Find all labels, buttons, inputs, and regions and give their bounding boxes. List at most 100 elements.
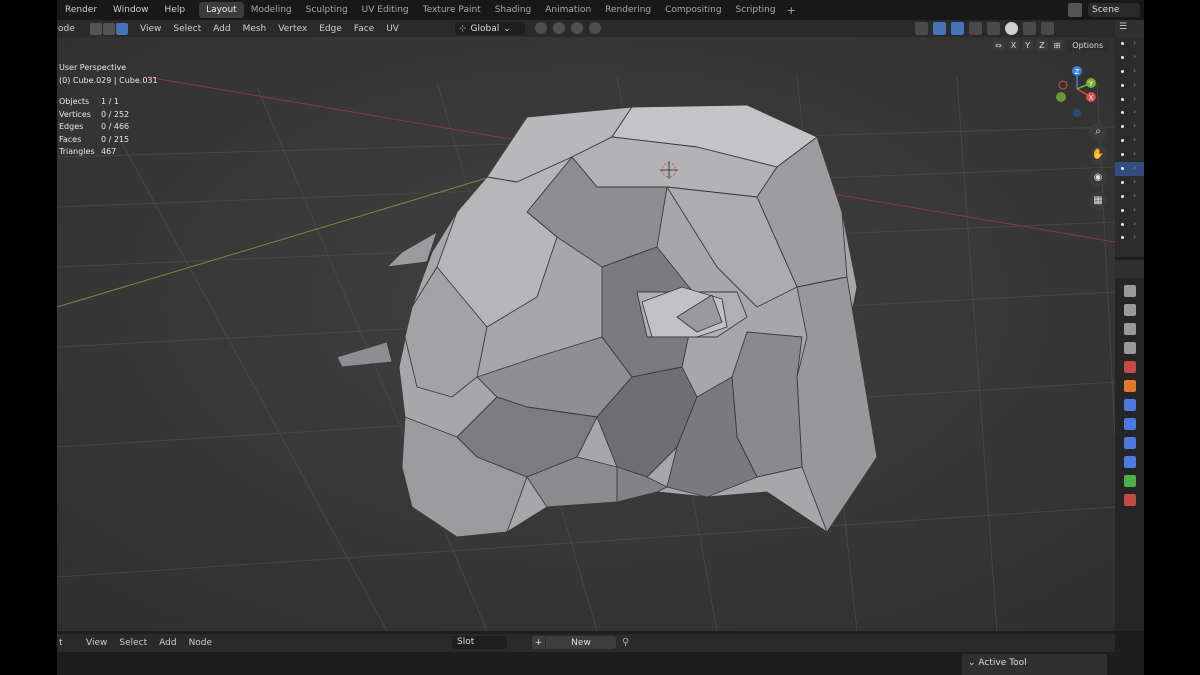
proportional-edit-icon[interactable] xyxy=(589,22,601,34)
pin-icon[interactable]: ⚲ xyxy=(622,637,629,648)
wireframe-shading-icon[interactable] xyxy=(987,22,1000,35)
menu-select[interactable]: Select xyxy=(119,638,147,648)
vertex-select-icon[interactable] xyxy=(90,22,102,35)
slot-dropdown[interactable]: Slot xyxy=(452,636,507,649)
stat-label: Faces xyxy=(59,134,82,144)
navigation-gizmo[interactable]: Z Y X xyxy=(1055,63,1099,121)
menu-view[interactable]: View xyxy=(86,638,107,648)
menu-select[interactable]: Select xyxy=(173,24,201,34)
auto-merge-icon[interactable]: ⊞ xyxy=(1050,40,1064,51)
menu-add[interactable]: Add xyxy=(213,24,230,34)
outliner-row[interactable]: › xyxy=(1115,120,1144,134)
outliner-row[interactable]: › xyxy=(1115,79,1144,93)
pivot-icon[interactable] xyxy=(535,22,547,34)
outliner-row[interactable]: › xyxy=(1115,190,1144,204)
particles-icon[interactable] xyxy=(1123,418,1136,430)
chevron-right-icon: › xyxy=(1133,232,1137,242)
tab-rendering[interactable]: Rendering xyxy=(598,2,658,18)
outliner-row[interactable]: › xyxy=(1115,204,1144,218)
properties-editor-icon[interactable] xyxy=(1115,260,1144,278)
shader-editor-header: t View Select Add Node Slot + New ⚲ xyxy=(57,634,1115,652)
tab-compositing[interactable]: Compositing xyxy=(658,2,728,18)
scene-properties-icon[interactable] xyxy=(1123,361,1136,373)
modifier-wrench-icon[interactable] xyxy=(1123,399,1136,411)
active-tool-panel[interactable]: ⌄ Active Tool xyxy=(962,654,1107,675)
material-shading-icon[interactable] xyxy=(1023,22,1036,35)
mesh-data-icon[interactable] xyxy=(1123,475,1136,487)
menu-node[interactable]: Node xyxy=(189,638,213,648)
stat-label: Triangles xyxy=(59,147,95,156)
tool-settings-icon[interactable] xyxy=(1123,285,1136,297)
tab-animation[interactable]: Animation xyxy=(538,2,598,18)
menu-help[interactable]: Help xyxy=(157,5,194,15)
face-select-icon[interactable] xyxy=(116,22,128,35)
material-icon[interactable] xyxy=(1123,494,1136,506)
snap-icon[interactable] xyxy=(553,22,565,34)
outliner-row-selected[interactable]: › xyxy=(1115,162,1144,176)
scene-name[interactable]: Scene xyxy=(1088,3,1140,17)
stat-value: 0 / 466 xyxy=(101,122,130,131)
perspective-grid-icon[interactable]: ▦ xyxy=(1089,192,1107,210)
editor-type-selector[interactable]: t xyxy=(57,638,72,648)
solid-shading-icon[interactable] xyxy=(1005,22,1018,35)
tab-uv-editing[interactable]: UV Editing xyxy=(355,2,416,18)
output-properties-icon[interactable] xyxy=(1123,323,1136,335)
object-properties-icon[interactable] xyxy=(1123,380,1136,392)
tab-shading[interactable]: Shading xyxy=(488,2,539,18)
overlay-toggle-icon[interactable] xyxy=(951,22,964,35)
shading-tools xyxy=(915,22,1054,35)
outliner-row[interactable]: › xyxy=(1115,65,1144,79)
mirror-x-toggle[interactable]: X xyxy=(1007,40,1020,51)
physics-icon[interactable] xyxy=(1123,437,1136,449)
menu-edge[interactable]: Edge xyxy=(319,24,342,34)
mirror-y-toggle[interactable]: Y xyxy=(1022,40,1034,51)
tab-layout[interactable]: Layout xyxy=(199,2,244,18)
menu-face[interactable]: Face xyxy=(354,24,374,34)
outliner-row[interactable]: › xyxy=(1115,218,1144,232)
xray-icon[interactable] xyxy=(969,22,982,35)
tab-modeling[interactable]: Modeling xyxy=(244,2,299,18)
camera-view-icon[interactable]: ◉ xyxy=(1089,169,1107,187)
chevron-right-icon: › xyxy=(1133,79,1137,89)
menu-add[interactable]: Add xyxy=(159,638,176,648)
outliner-row[interactable]: › xyxy=(1115,148,1144,162)
outliner-row[interactable]: › xyxy=(1115,176,1144,190)
outliner-row[interactable]: › xyxy=(1115,93,1144,107)
tab-texture-paint[interactable]: Texture Paint xyxy=(416,2,488,18)
tab-sculpting[interactable]: Sculpting xyxy=(299,2,355,18)
snap-target-icon[interactable] xyxy=(571,22,583,34)
options-dropdown[interactable]: Options xyxy=(1066,40,1110,51)
outliner-row[interactable]: › xyxy=(1115,231,1144,245)
edge-select-icon[interactable] xyxy=(103,22,115,35)
mirror-icon[interactable]: ⇔ xyxy=(992,40,1005,51)
outliner-row[interactable]: › xyxy=(1115,134,1144,148)
rendered-shading-icon[interactable] xyxy=(1041,22,1054,35)
chevron-right-icon: › xyxy=(1133,190,1137,200)
tab-scripting[interactable]: Scripting xyxy=(729,2,783,18)
menu-mesh[interactable]: Mesh xyxy=(243,24,267,34)
outliner-row[interactable]: › xyxy=(1115,37,1144,51)
menu-render[interactable]: Render xyxy=(57,5,105,15)
menu-view[interactable]: View xyxy=(140,24,161,34)
outliner-row[interactable]: › xyxy=(1115,51,1144,65)
visibility-icon[interactable] xyxy=(915,22,928,35)
mode-selector[interactable]: ode xyxy=(57,24,75,34)
menu-window[interactable]: Window xyxy=(105,5,157,15)
outliner-row[interactable]: › xyxy=(1115,106,1144,120)
add-workspace-button[interactable]: + xyxy=(787,4,796,17)
mirror-z-toggle[interactable]: Z xyxy=(1036,40,1048,51)
constraints-icon[interactable] xyxy=(1123,456,1136,468)
new-material-button[interactable]: + New xyxy=(532,636,616,649)
menu-uv[interactable]: UV xyxy=(386,24,399,34)
outliner-display-mode-icon[interactable]: ☰ xyxy=(1115,20,1144,37)
render-properties-icon[interactable] xyxy=(1123,304,1136,316)
view-layer-icon[interactable] xyxy=(1123,342,1136,354)
transform-orientation-dropdown[interactable]: ⊹ Global ⌄ xyxy=(455,22,525,35)
scene-selector[interactable]: Scene xyxy=(1068,0,1144,20)
pan-hand-icon[interactable]: ✋ xyxy=(1089,146,1107,164)
gizmo-toggle-icon[interactable] xyxy=(933,22,946,35)
3d-viewport[interactable]: User Perspective (0) Cube.029 | Cube.031… xyxy=(57,37,1115,631)
menu-vertex[interactable]: Vertex xyxy=(278,24,307,34)
chevron-down-icon: ⌄ xyxy=(503,23,511,34)
zoom-icon[interactable]: ⌕ xyxy=(1089,123,1107,141)
